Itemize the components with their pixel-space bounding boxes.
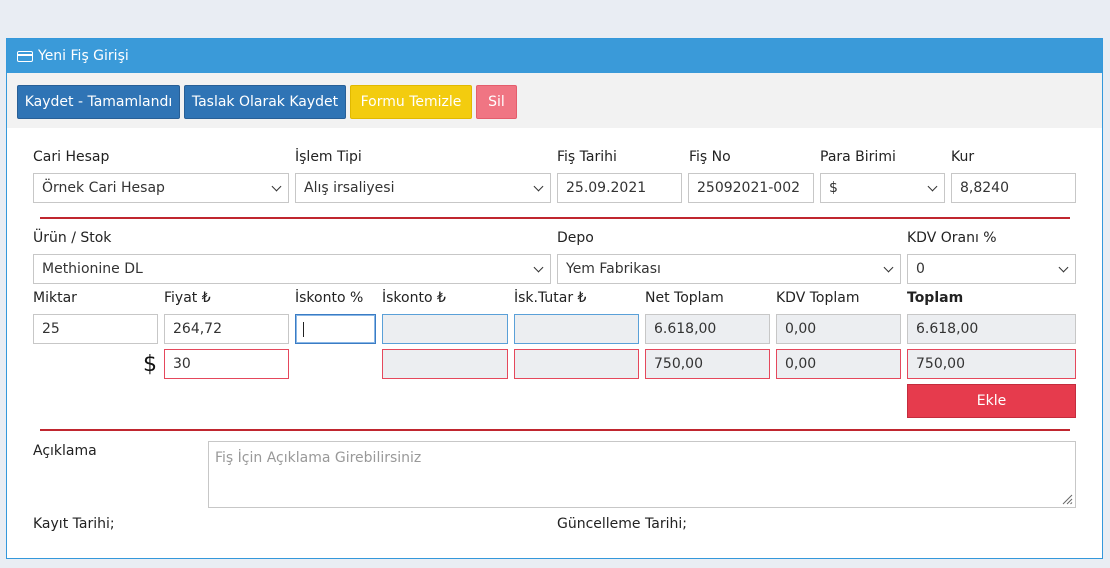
chevron-down-icon <box>271 181 282 192</box>
iskonto-currency-input[interactable] <box>382 349 508 379</box>
chevron-down-icon <box>927 181 938 192</box>
kdv-orani-select[interactable]: 0 <box>907 254 1076 284</box>
chevron-down-icon <box>533 181 544 192</box>
iskonto-pct-input[interactable] <box>295 314 376 344</box>
kdv-toplam-label: KDV Toplam <box>776 290 860 306</box>
chevron-down-icon <box>1058 262 1069 273</box>
kdv-orani-value: 0 <box>916 261 925 277</box>
clear-form-button[interactable]: Formu Temizle <box>350 85 472 119</box>
kur-label: Kur <box>951 149 975 165</box>
para-birimi-label: Para Birimi <box>820 149 896 165</box>
urun-select[interactable]: Methionine DL <box>33 254 551 284</box>
kdv-orani-label: KDV Oranı % <box>907 230 997 246</box>
iskonto-tl-input[interactable] <box>382 314 508 344</box>
islem-tipi-select[interactable]: Alış irsaliyesi <box>295 173 551 203</box>
text-cursor <box>303 321 304 337</box>
fis-tarihi-input[interactable]: 25.09.2021 <box>557 173 682 203</box>
isk-tutar-label: İsk.Tutar ₺ <box>514 290 587 306</box>
cari-hesap-value: Örnek Cari Hesap <box>42 180 165 196</box>
resize-grip-icon[interactable] <box>1061 493 1073 505</box>
toplam-currency-field: 750,00 <box>907 349 1076 379</box>
depo-select[interactable]: Yem Fabrikası <box>557 254 901 284</box>
chevron-down-icon <box>883 262 894 273</box>
fis-no-label: Fiş No <box>689 149 731 165</box>
fiyat-currency-input[interactable]: 30 <box>164 349 289 379</box>
kayit-tarihi-label: Kayıt Tarihi; <box>33 516 115 532</box>
depo-value: Yem Fabrikası <box>566 261 661 277</box>
miktar-input[interactable]: 25 <box>33 314 158 344</box>
islem-tipi-value: Alış irsaliyesi <box>304 180 395 196</box>
net-toplam-currency-field: 750,00 <box>645 349 770 379</box>
aciklama-textarea[interactable]: Fiş İçin Açıklama Girebilirsiniz <box>208 441 1076 508</box>
kur-input[interactable]: 8,8240 <box>951 173 1076 203</box>
isk-tutar-input[interactable] <box>514 314 639 344</box>
para-birimi-value: $ <box>829 180 838 196</box>
section-divider <box>40 217 1070 219</box>
guncelleme-tarihi-label: Güncelleme Tarihi; <box>557 516 687 532</box>
cari-hesap-label: Cari Hesap <box>33 149 110 165</box>
urun-label: Ürün / Stok <box>33 230 112 246</box>
save-draft-button[interactable]: Taslak Olarak Kaydet <box>184 85 346 119</box>
fis-tarihi-label: Fiş Tarihi <box>557 149 617 165</box>
para-birimi-select[interactable]: $ <box>820 173 945 203</box>
net-toplam-label: Net Toplam <box>645 290 724 306</box>
action-toolbar: Kaydet - Tamamlandı Taslak Olarak Kaydet… <box>7 73 1102 128</box>
cari-hesap-select[interactable]: Örnek Cari Hesap <box>33 173 289 203</box>
kdv-toplam-currency-field: 0,00 <box>776 349 901 379</box>
save-complete-button[interactable]: Kaydet - Tamamlandı <box>17 85 180 119</box>
aciklama-placeholder: Fiş İçin Açıklama Girebilirsiniz <box>215 450 422 466</box>
toplam-label: Toplam <box>907 290 964 306</box>
panel-header: Yeni Fiş Girişi <box>7 39 1102 73</box>
currency-symbol: $ <box>143 352 157 377</box>
receipt-entry-panel: Yeni Fiş Girişi Kaydet - Tamamlandı Tasl… <box>6 38 1103 559</box>
panel-title: Yeni Fiş Girişi <box>38 48 129 64</box>
fis-no-input[interactable]: 25092021-002 <box>688 173 814 203</box>
toplam-field: 6.618,00 <box>907 314 1076 344</box>
aciklama-label: Açıklama <box>33 443 97 459</box>
miktar-label: Miktar <box>33 290 77 306</box>
isk-tutar-currency-input[interactable] <box>514 349 639 379</box>
credit-card-icon <box>17 50 33 62</box>
delete-button[interactable]: Sil <box>476 85 517 119</box>
fiyat-input[interactable]: 264,72 <box>164 314 289 344</box>
chevron-down-icon <box>533 262 544 273</box>
section-divider <box>40 429 1070 431</box>
islem-tipi-label: İşlem Tipi <box>295 149 362 165</box>
iskonto-tl-label: İskonto ₺ <box>382 290 446 306</box>
fiyat-label: Fiyat ₺ <box>164 290 211 306</box>
iskonto-pct-label: İskonto % <box>295 290 364 306</box>
kdv-toplam-field: 0,00 <box>776 314 901 344</box>
urun-value: Methionine DL <box>42 261 143 277</box>
net-toplam-field: 6.618,00 <box>645 314 770 344</box>
depo-label: Depo <box>557 230 594 246</box>
add-line-button[interactable]: Ekle <box>907 384 1076 418</box>
